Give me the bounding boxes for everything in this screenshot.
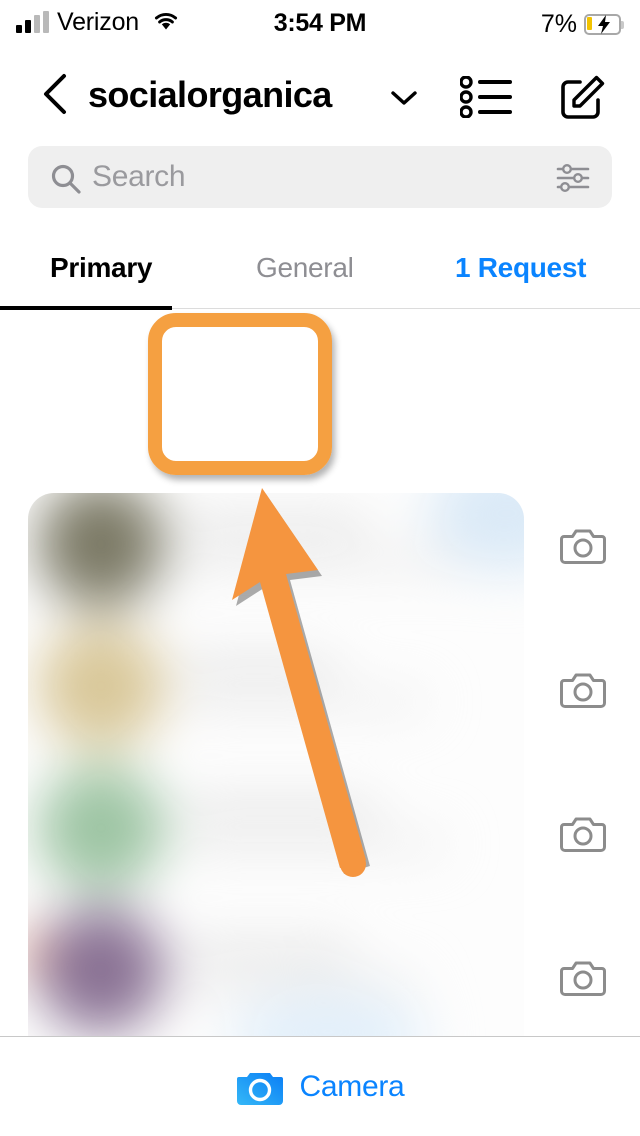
camera-icon[interactable] <box>560 957 606 1002</box>
compose-icon[interactable] <box>558 74 606 122</box>
search-input[interactable]: Search <box>92 160 186 194</box>
search-icon <box>50 163 82 200</box>
app-screen: Verizon 3:54 PM 7% socialorganica Search… <box>0 0 640 1136</box>
list-icon[interactable] <box>459 75 516 119</box>
navigation-header: socialorganica <box>0 52 640 136</box>
battery-percent-label: 7% <box>540 10 577 38</box>
battery-charging-icon <box>584 14 624 35</box>
conversation-list-blurred[interactable] <box>28 493 524 1036</box>
camera-filled-icon[interactable] <box>236 1063 284 1111</box>
tab-requests[interactable]: 1 Request <box>455 230 586 306</box>
camera-label[interactable]: Camera <box>300 1070 405 1104</box>
sliders-filter-icon[interactable] <box>556 164 590 197</box>
chevron-down-icon[interactable] <box>389 88 419 113</box>
camera-icon[interactable] <box>560 669 606 714</box>
page-title[interactable]: socialorganica <box>88 74 332 116</box>
camera-icon[interactable] <box>560 525 606 570</box>
swipe-action-row: More General Unread <box>0 310 640 788</box>
back-button[interactable] <box>36 70 76 118</box>
status-bar-right: 7% <box>541 10 624 39</box>
blurred-content <box>28 493 524 1036</box>
status-bar: Verizon 3:54 PM 7% <box>0 0 640 52</box>
search-bar[interactable]: Search <box>28 146 612 208</box>
tab-general[interactable]: General <box>256 230 354 306</box>
inbox-tabs: Primary General 1 Request <box>0 230 640 310</box>
tab-primary[interactable]: Primary <box>50 230 153 306</box>
bottom-camera-bar[interactable]: Camera <box>0 1037 640 1136</box>
conversation-camera-column <box>524 493 640 1036</box>
camera-icon[interactable] <box>560 813 606 858</box>
